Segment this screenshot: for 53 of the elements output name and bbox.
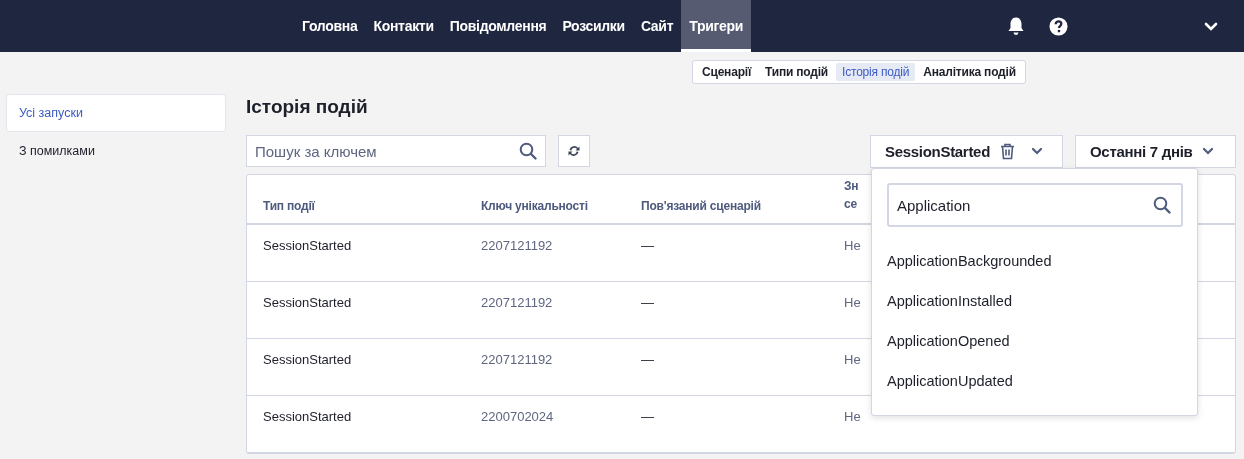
nav-item[interactable]: Розсилки xyxy=(554,0,633,52)
dropdown-search-field[interactable]: Application xyxy=(887,183,1183,227)
sub-tab[interactable]: Аналітика подій xyxy=(917,63,1022,81)
sub-tab[interactable]: Сценарії xyxy=(696,63,758,81)
table-cell-text: SessionStarted xyxy=(263,351,352,369)
table-cell-text: SessionStarted xyxy=(263,408,352,426)
column-header[interactable]: Пов'язаний сценарій xyxy=(641,199,761,223)
table-cell-text: Не xyxy=(844,237,861,255)
trash-icon[interactable] xyxy=(1000,142,1015,160)
column-header[interactable]: Тип події xyxy=(263,199,315,223)
table-cell-text: 2207121192 xyxy=(481,237,553,255)
table-cell-text: — xyxy=(641,294,654,312)
refresh-icon xyxy=(567,144,581,158)
table-cell-text: SessionStarted xyxy=(263,237,352,255)
search-icon xyxy=(1153,196,1171,214)
table-cell-text: SessionStarted xyxy=(263,294,352,312)
page-title: Історія подій xyxy=(246,96,369,118)
sub-tab[interactable]: Історія подій xyxy=(836,63,916,81)
sidebar-item[interactable]: Усі запуски xyxy=(6,94,226,132)
sub-tab[interactable]: Типи подій xyxy=(759,63,835,81)
table-cell-text: Не xyxy=(844,408,861,426)
column-header[interactable]: Ключ унікальності xyxy=(481,199,588,223)
nav-item[interactable]: Повідомлення xyxy=(441,0,555,52)
table-cell-text: 2207121192 xyxy=(481,294,553,312)
search-icon xyxy=(519,142,537,160)
sidebar-item[interactable]: З помилками xyxy=(6,132,226,170)
event-filter-dropdown[interactable]: SessionStarted xyxy=(870,134,1063,168)
nav-item[interactable]: Тригери xyxy=(681,0,752,52)
nav-item[interactable]: Головна xyxy=(294,0,366,52)
dropdown-option[interactable]: ApplicationInstalled xyxy=(887,281,1183,321)
chevron-down-icon xyxy=(1031,147,1043,155)
bell-icon[interactable] xyxy=(1007,16,1025,36)
search-input[interactable]: Пошук за ключем xyxy=(255,142,519,160)
table-cell-text: Не xyxy=(844,351,861,369)
period-dropdown[interactable]: Останні 7 днів xyxy=(1075,134,1236,168)
dropdown-search-input[interactable]: Application xyxy=(897,196,1153,214)
table-cell-text: 2207121192 xyxy=(481,351,553,369)
dropdown-option[interactable]: ApplicationOpened xyxy=(887,321,1183,361)
column-header[interactable]: Зн се xyxy=(844,177,864,223)
table-cell-text: — xyxy=(641,408,654,426)
chevron-down-icon xyxy=(1202,147,1215,155)
table-cell-text: Не xyxy=(844,294,861,312)
table-cell-text: — xyxy=(641,237,654,255)
help-icon[interactable] xyxy=(1049,16,1068,36)
refresh-button[interactable] xyxy=(558,135,590,167)
chevron-down-icon[interactable] xyxy=(1204,21,1218,31)
search-field[interactable]: Пошук за ключем xyxy=(246,135,546,167)
table-cell-text: — xyxy=(641,351,654,369)
dropdown-option[interactable]: ApplicationUpdated xyxy=(887,361,1183,401)
nav-item[interactable]: Сайт xyxy=(632,0,682,52)
dropdown-option[interactable]: ApplicationBackgrounded xyxy=(887,241,1183,281)
nav-item[interactable]: Контакти xyxy=(365,0,442,52)
table-cell-text: 2200702024 xyxy=(481,408,554,426)
